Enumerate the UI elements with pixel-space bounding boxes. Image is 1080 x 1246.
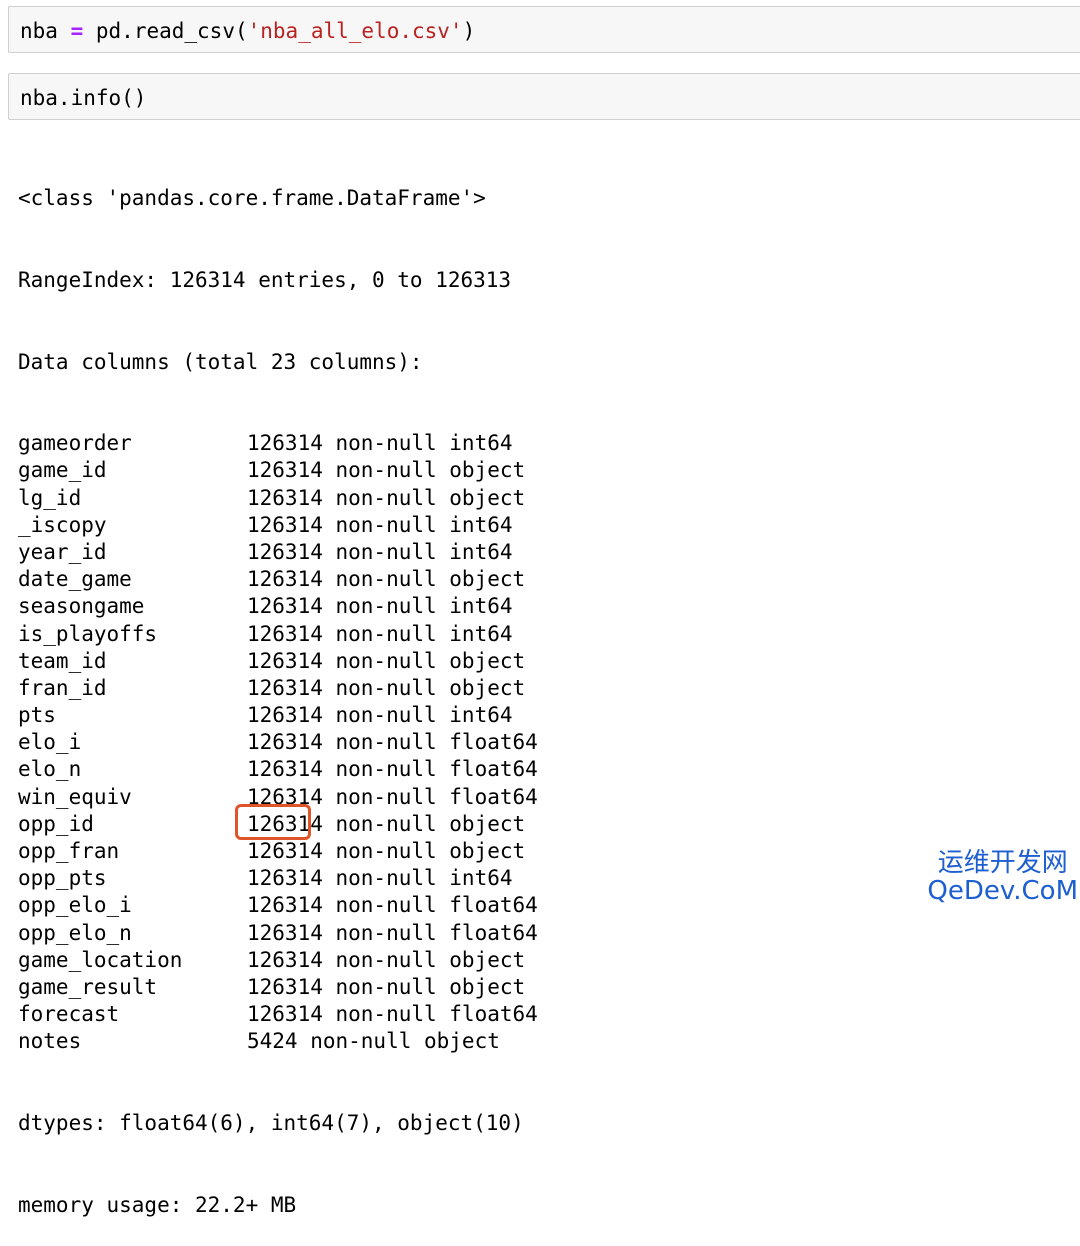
column-name: forecast (18, 1002, 120, 1027)
output-memory-usage: memory usage: 22.2+ MB (18, 1192, 297, 1217)
column-info: 126314 non-null int64 (247, 594, 513, 619)
output-column-row: date_game 126314 non-null object (18, 566, 538, 593)
output-column-row: game_id 126314 non-null object (18, 457, 538, 484)
column-info: 126314 non-null int64 (247, 703, 513, 728)
output-dtypes: dtypes: float64(6), int64(7), object(10) (18, 1110, 524, 1135)
code-var: nba (20, 19, 58, 43)
column-info: 126314 non-null float64 (247, 730, 538, 755)
column-name: date_game (18, 567, 132, 592)
code-read-csv[interactable]: nba = pd.read_csv('nba_all_elo.csv') (20, 18, 475, 44)
output-column-row: elo_n 126314 non-null float64 (18, 756, 538, 783)
column-info: 5424 non-null object (247, 1029, 500, 1054)
column-info: 126314 non-null object (247, 839, 526, 863)
column-info: 126314 non-null object (247, 458, 526, 483)
column-name: win_equiv (18, 784, 132, 809)
column-info: 126314 non-null int64 (247, 431, 513, 456)
output-column-row: pts 126314 non-null int64 (18, 702, 538, 729)
output-column-row: team_id 126314 non-null object (18, 648, 538, 675)
column-info: 126314 non-null object (247, 485, 526, 510)
output-column-row: game_location 126314 non-null object (18, 947, 538, 974)
output-column-row: seasongame 126314 non-null int64 (18, 593, 538, 620)
column-info: 126314 non-null object (247, 567, 526, 592)
column-name: opp_id (18, 811, 94, 836)
output-column-row: opp_fran 126314 non-null object (18, 838, 538, 865)
output-column-row: opp_elo_n 126314 non-null float64 (18, 920, 538, 947)
column-name: opp_fran (18, 839, 120, 863)
output-column-row: lg_id 126314 non-null object (18, 485, 538, 512)
output-column-row: _iscopy 126314 non-null int64 (18, 512, 538, 539)
column-name: team_id (18, 648, 107, 673)
column-info: 126314 non-null float64 (247, 757, 538, 782)
column-name: opp_pts (18, 866, 107, 891)
column-info: 126314 non-null int64 (247, 512, 513, 537)
output-class-line: <class 'pandas.core.frame.DataFrame'> (18, 186, 486, 211)
notes-count-highlight (235, 804, 311, 840)
output-column-row: elo_i 126314 non-null float64 (18, 729, 538, 756)
output-range-index: RangeIndex: 126314 entries, 0 to 126313 (18, 268, 512, 292)
code-cell-read-csv[interactable]: nba = pd.read_csv('nba_all_elo.csv') (8, 6, 1080, 53)
column-name: notes (18, 1029, 82, 1054)
cell-output: <class 'pandas.core.frame.DataFrame'> Ra… (18, 131, 538, 1246)
column-info: 126314 non-null object (247, 648, 526, 673)
column-name: _iscopy (18, 512, 107, 537)
code-info[interactable]: nba.info() (20, 85, 146, 111)
output-data-columns-header: Data columns (total 23 columns): (18, 349, 423, 374)
code-call-prefix: pd.read_csv( (83, 19, 248, 43)
code-assign-operator: = (70, 19, 84, 43)
column-info: 126314 non-null float64 (247, 1002, 538, 1027)
output-column-row: opp_elo_i 126314 non-null float64 (18, 892, 538, 919)
column-name: game_location (18, 947, 183, 972)
code-cell-info[interactable]: nba.info() (8, 73, 1080, 120)
output-column-row: year_id 126314 non-null int64 (18, 539, 538, 566)
column-name: fran_id (18, 675, 107, 700)
watermark-text-en: QeDev.CoM (927, 875, 1078, 906)
column-info: 126314 non-null object (247, 947, 526, 972)
column-info: 126314 non-null int64 (247, 866, 513, 891)
output-column-row: gameorder 126314 non-null int64 (18, 430, 538, 457)
column-info: 126314 non-null float64 (247, 920, 538, 945)
output-columns-list: gameorder 126314 non-null int64 game_id 126… (18, 430, 538, 1055)
output-column-row: is_playoffs 126314 non-null int64 (18, 621, 538, 648)
output-column-row: fran_id 126314 non-null object (18, 675, 538, 702)
column-name: lg_id (18, 485, 82, 510)
column-name: elo_i (18, 730, 82, 755)
column-name: opp_elo_n (18, 920, 132, 945)
column-info: 126314 non-null object (247, 974, 526, 999)
output-column-row: opp_pts 126314 non-null int64 (18, 865, 538, 892)
column-name: game_id (18, 458, 107, 483)
column-name: game_result (18, 974, 158, 999)
column-name: gameorder (18, 431, 132, 456)
watermark-text-cn: 运维开发网 (937, 848, 1068, 879)
column-name: pts (18, 703, 56, 728)
column-name: seasongame (18, 594, 145, 619)
output-column-row: notes 5424 non-null object (18, 1028, 538, 1055)
code-call-suffix: ) (462, 19, 476, 43)
watermark-logo: 运维开发网 QeDev.CoM (927, 850, 1078, 905)
column-info: 126314 non-null float64 (247, 893, 538, 918)
column-info: 126314 non-null int64 (247, 539, 513, 564)
column-name: year_id (18, 539, 107, 564)
output-column-row: forecast 126314 non-null float64 (18, 1001, 538, 1028)
column-name: is_playoffs (18, 621, 158, 646)
code-string-arg: 'nba_all_elo.csv' (247, 19, 463, 43)
column-name: opp_elo_i (18, 893, 132, 918)
output-column-row: game_result 126314 non-null object (18, 974, 538, 1001)
column-info: 126314 non-null object (247, 675, 526, 700)
column-info: 126314 non-null int64 (247, 621, 513, 646)
column-name: elo_n (18, 757, 82, 782)
